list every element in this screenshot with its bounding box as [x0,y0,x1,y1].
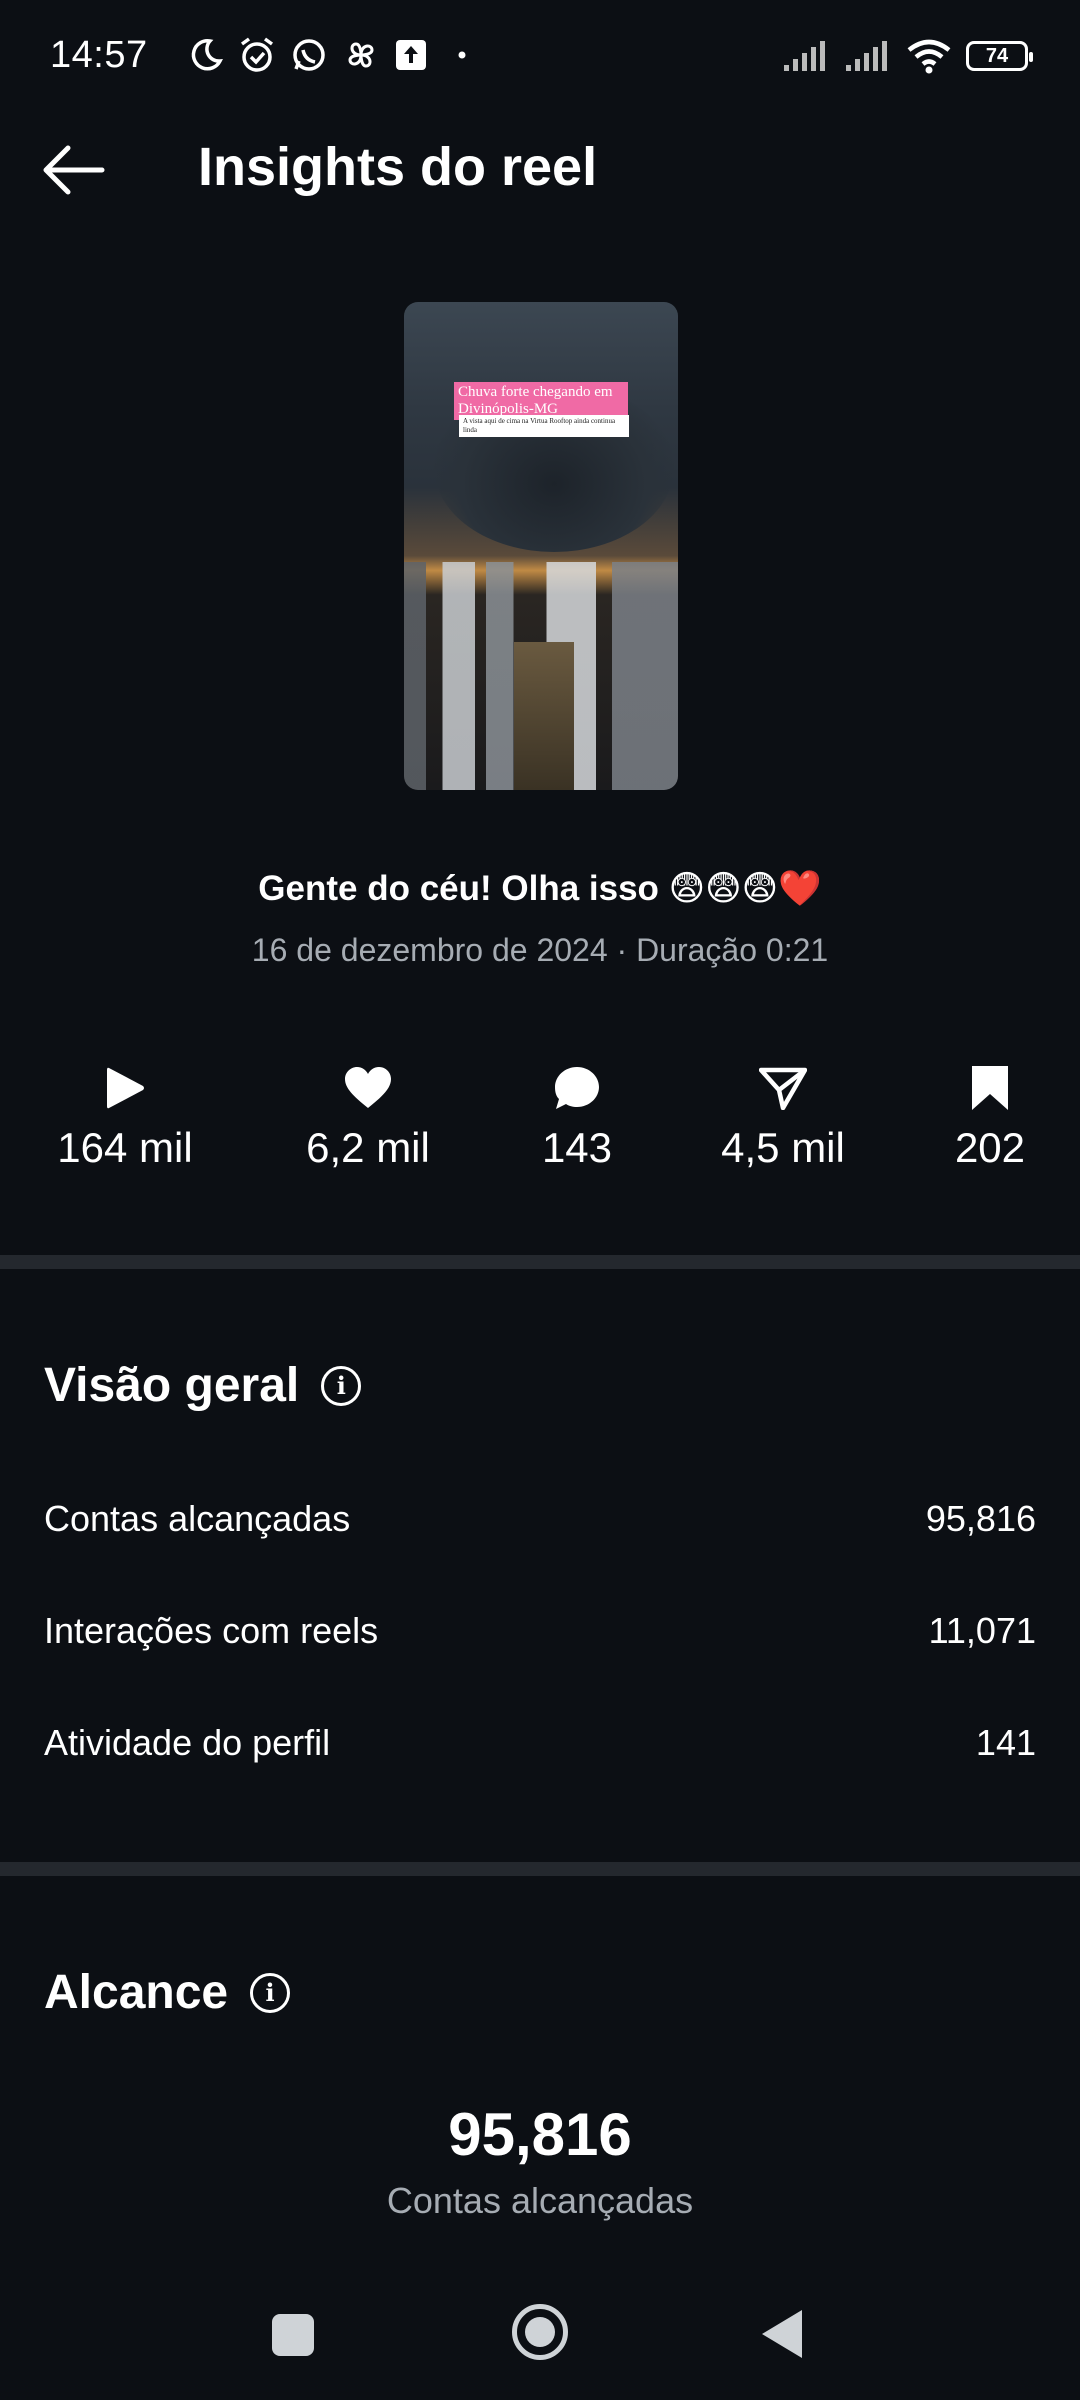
row-label: Interações com reels [44,1610,379,1651]
status-icons-left [188,36,470,74]
reel-thumbnail[interactable]: Chuva forte chegando em Divinópolis-MG A… [404,302,678,790]
overview-row[interactable]: Atividade do perfil 141 [44,1722,1036,1764]
reel-meta: 16 de dezembro de 2024 · Duração 0:21 [251,932,829,968]
section-divider [0,1255,1080,1269]
section-divider [0,1862,1080,1876]
stat-plays: 164 mil [25,1060,225,1172]
overview-title-text: Visão geral [44,1359,300,1412]
comment-icon [555,1067,599,1109]
alarm-icon [240,37,274,72]
heart-icon [345,1067,391,1108]
dot-icon [458,51,466,59]
back-button[interactable] [40,140,120,200]
row-label: Atividade do perfil [44,1722,331,1763]
nav-back-button[interactable] [762,2310,802,2358]
stat-comments: 143 [477,1060,677,1172]
city-street [514,642,574,790]
row-value: 95,816 [925,1498,1036,1539]
play-icon [107,1067,144,1109]
recents-button[interactable] [272,2314,314,2356]
info-icon[interactable]: i [321,1365,362,1406]
overview-title: Visão geral i [44,1358,362,1413]
home-icon [525,2317,555,2347]
overview-row[interactable]: Interações com reels 11,071 [44,1610,1036,1652]
send-icon [759,1067,807,1110]
signal-icon [784,41,825,71]
status-icons-right: 74 [782,38,1033,74]
home-button[interactable] [512,2304,568,2360]
battery-level: 74 [985,44,1009,67]
moon-icon [191,39,223,71]
row-value: 11,071 [928,1610,1036,1651]
stat-comments-value: 143 [541,1124,613,1171]
reel-caption: Gente do céu! Olha isso 😨😨😨❤️ [258,869,822,908]
stat-shares: 4,5 mil [683,1060,883,1172]
reach-value: 95,816 [448,2101,632,2168]
upload-icon [396,40,426,70]
stat-likes-value: 6,2 mil [306,1124,430,1171]
reach-title: Alcance i [44,1965,291,2020]
status-time: 14:57 [50,34,148,76]
pinwheel-icon [348,42,374,68]
stat-saves-value: 202 [954,1124,1026,1171]
stat-likes: 6,2 mil [268,1060,468,1172]
stats-row: 164 mil 6,2 mil 143 4,5 mil 202 [0,1060,1080,1190]
stat-shares-value: 4,5 mil [721,1124,845,1171]
row-value: 141 [975,1722,1036,1763]
info-icon[interactable]: i [250,1972,291,2013]
signal-icon [846,41,887,71]
wifi-icon [907,39,951,74]
thumbnail-overlay-subtitle: A vista aqui de cima na Virtua Rooftop a… [459,415,629,437]
stat-plays-value: 164 mil [57,1124,193,1171]
bookmark-icon [972,1066,1008,1110]
reach-title-text: Alcance [44,1966,229,2019]
arrow-left-icon [43,145,105,195]
battery-icon: 74 [966,41,1033,71]
reach-label: Contas alcançadas [386,2180,694,2221]
overview-row[interactable]: Contas alcançadas 95,816 [44,1498,1036,1540]
page-title: Insights do reel [198,137,598,197]
row-label: Contas alcançadas [44,1498,351,1539]
whatsapp-icon [293,39,325,71]
stat-saves: 202 [890,1060,1080,1172]
